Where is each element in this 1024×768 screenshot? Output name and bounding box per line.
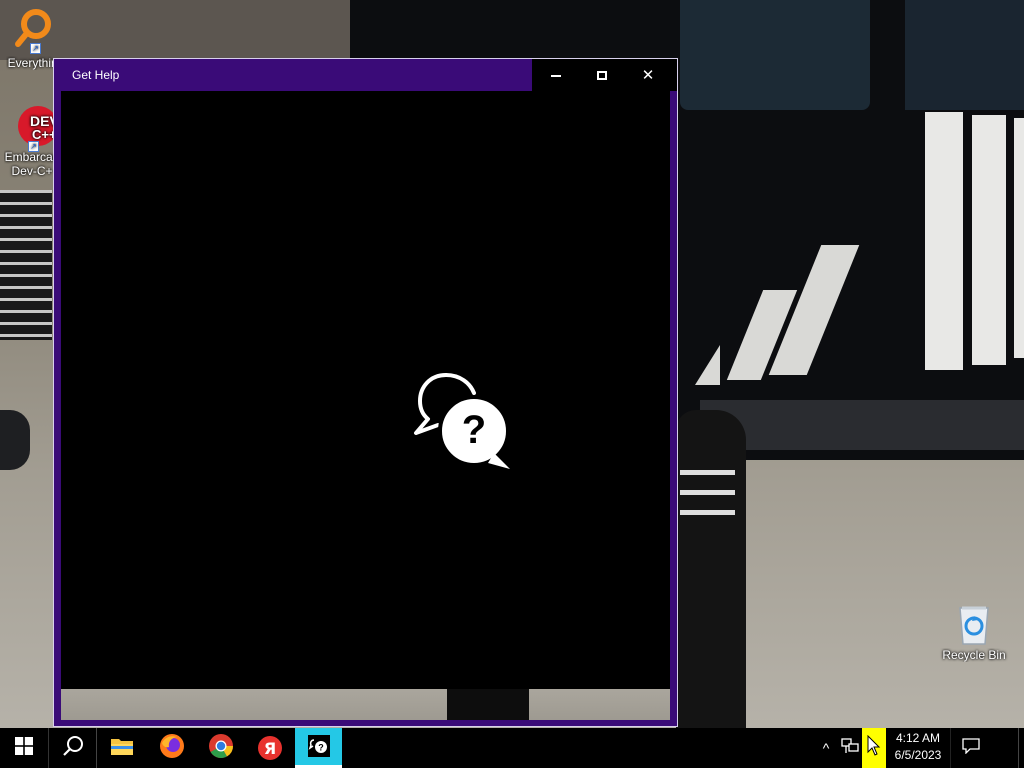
- taskbar-file-explorer[interactable]: [98, 728, 146, 768]
- tray-network[interactable]: [838, 728, 862, 768]
- window-frame-bottom: [54, 720, 677, 726]
- start-button[interactable]: [0, 728, 48, 768]
- minimize-icon: [551, 75, 561, 77]
- firefox-icon: [159, 733, 185, 764]
- wallpaper-person-stripe: [680, 470, 735, 475]
- maximize-icon: [597, 70, 607, 80]
- taskbar-yandex[interactable]: Я: [246, 728, 294, 768]
- chevron-up-icon: ^: [822, 740, 830, 756]
- desktop-icon-label: Dev-C+: [11, 164, 53, 178]
- desktop-icon-recycle-bin[interactable]: Recycle Bin: [938, 602, 1010, 662]
- devcpp-icon: DEV C++ ↗: [14, 104, 59, 152]
- clock-date: 6/5/2023: [894, 748, 942, 762]
- tray-volume[interactable]: [862, 728, 886, 768]
- window-frame-left: [54, 91, 61, 726]
- yandex-icon: Я: [258, 736, 282, 760]
- tray-show-hidden-icons[interactable]: ^: [814, 728, 838, 768]
- search-button[interactable]: [48, 728, 96, 768]
- wallpaper-stripe: [1014, 118, 1024, 358]
- window-frame-right: [670, 91, 677, 726]
- tray-clock[interactable]: 4:12 AM 6/5/2023: [888, 730, 948, 766]
- search-icon: [62, 735, 84, 762]
- wallpaper-van-window-rear: [905, 0, 1024, 110]
- magnifier-icon: ↗: [12, 6, 52, 54]
- svg-text:?: ?: [318, 742, 324, 752]
- taskbar-get-help[interactable]: ?: [295, 728, 342, 768]
- wallpaper-stripe: [972, 115, 1006, 365]
- window-background-gap: [61, 689, 670, 720]
- maximize-button[interactable]: [579, 59, 625, 91]
- get-help-window[interactable]: Get Help ✕ ?: [53, 58, 678, 727]
- wallpaper-person-stripe: [680, 490, 735, 495]
- wallpaper-logo-part: [695, 345, 720, 385]
- taskbar: Я ? ^ 4:12 AM 6/5/2023: [0, 728, 1024, 768]
- splash-screen: ?: [61, 91, 670, 689]
- taskbar-chrome[interactable]: [197, 728, 245, 768]
- notification-icon: [961, 737, 980, 759]
- cursor-pointer-icon: [867, 734, 881, 762]
- wallpaper-person: [676, 410, 746, 728]
- wallpaper-headlight: [0, 410, 30, 470]
- recycle-bin-icon: [954, 602, 994, 646]
- network-icon: [841, 737, 859, 759]
- window-titlebar[interactable]: Get Help ✕: [54, 59, 677, 91]
- wallpaper-grille: [0, 190, 52, 340]
- desktop-icon-label: Embarcad: [4, 150, 60, 164]
- titlebar-accent: [54, 59, 532, 91]
- close-icon: ✕: [641, 65, 655, 84]
- help-glyph: ?: [462, 408, 486, 452]
- windows-logo-icon: [15, 736, 33, 760]
- minimize-button[interactable]: [533, 59, 579, 91]
- wallpaper-stripe: [925, 112, 963, 370]
- wallpaper-hand: [447, 689, 529, 720]
- taskbar-firefox[interactable]: [148, 728, 196, 768]
- help-chat-bubble-icon: ?: [412, 371, 512, 476]
- show-desktop-button[interactable]: [1018, 728, 1024, 768]
- folder-icon: [110, 736, 134, 761]
- desktop-icon-label: Recycle Bin: [942, 648, 1006, 662]
- action-center-button[interactable]: [950, 728, 990, 768]
- get-help-icon: ?: [307, 734, 330, 762]
- close-button[interactable]: ✕: [625, 59, 671, 91]
- chrome-icon: [208, 733, 234, 764]
- wallpaper-van-window: [680, 0, 870, 110]
- clock-time: 4:12 AM: [895, 731, 941, 745]
- taskbar-divider: [96, 728, 97, 768]
- wallpaper-sill: [700, 400, 1024, 450]
- window-title: Get Help: [72, 68, 120, 82]
- wallpaper-person-stripe: [680, 510, 735, 515]
- yandex-glyph: Я: [263, 738, 277, 758]
